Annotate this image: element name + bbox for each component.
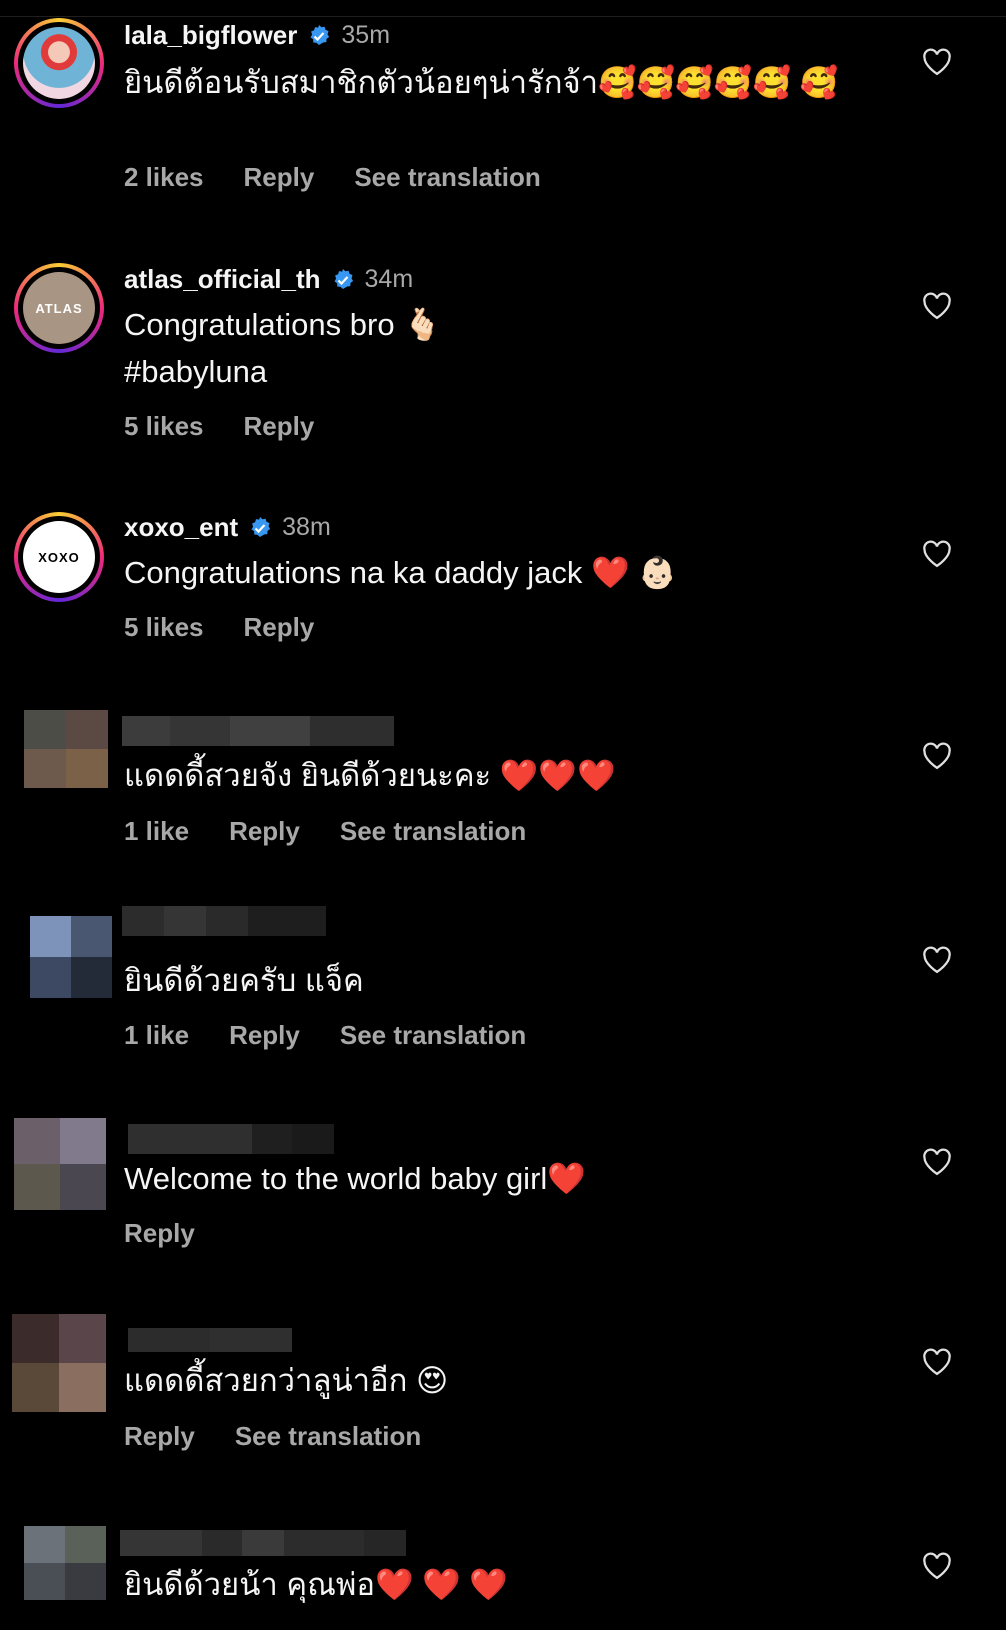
see-translation-link[interactable]: See translation	[340, 816, 526, 847]
username-redacted	[122, 716, 394, 746]
avatar[interactable]	[14, 18, 104, 108]
likes-count[interactable]: 5 likes	[124, 411, 204, 442]
avatar[interactable]: ATLAS	[14, 263, 104, 353]
comment-text: ยินดีด้วยน้า คุณพ่อ❤️ ❤️ ❤️	[124, 1567, 508, 1602]
see-translation-link[interactable]: See translation	[354, 162, 540, 193]
comment-text: Congratulations na ka daddy jack ❤️ 👶🏻	[124, 555, 677, 590]
comment-text: Welcome to the world baby girl❤️	[124, 1161, 586, 1196]
reply-button[interactable]: Reply	[124, 1218, 195, 1249]
username[interactable]: lala_bigflower	[124, 20, 297, 51]
reply-button[interactable]: Reply	[244, 612, 315, 643]
avatar[interactable]	[24, 710, 108, 788]
heart-icon[interactable]	[922, 48, 952, 76]
timestamp: 38m	[282, 513, 331, 541]
heart-icon[interactable]	[922, 946, 952, 974]
reply-button[interactable]: Reply	[244, 162, 315, 193]
xoxo-logo: XOXO	[23, 521, 95, 593]
avatar[interactable]: XOXO	[14, 512, 104, 602]
comment-text: ยินดีต้อนรับสมาชิกตัวน้อยๆน่ารักจ้า🥰🥰🥰🥰🥰…	[124, 65, 839, 100]
likes-count[interactable]: 1 like	[124, 816, 189, 847]
username-redacted	[120, 1530, 406, 1556]
comment-text: แดดดี้สวยจัง ยินดีด้วยนะคะ ❤️❤️❤️	[124, 758, 616, 793]
reply-button[interactable]: Reply	[229, 1020, 300, 1051]
username[interactable]: xoxo_ent	[124, 512, 238, 543]
comment-hashtag[interactable]: #babyluna	[124, 349, 884, 394]
avatar[interactable]	[24, 1526, 106, 1600]
verified-badge-icon	[251, 516, 271, 537]
heart-icon[interactable]	[922, 742, 952, 770]
atlas-logo: ATLAS	[23, 272, 95, 344]
heart-icon[interactable]	[922, 292, 952, 320]
verified-badge-icon	[334, 268, 353, 289]
username-redacted	[122, 906, 326, 936]
comment-text: ยินดีด้วยครับ แจ็ค	[124, 963, 364, 998]
heart-icon[interactable]	[922, 1552, 952, 1580]
top-divider	[0, 16, 1006, 17]
reply-button[interactable]: Reply	[244, 411, 315, 442]
likes-count[interactable]: 1 like	[124, 1020, 189, 1051]
comment-text-line: Congratulations bro 🫰🏻	[124, 307, 442, 342]
see-translation-link[interactable]: See translation	[340, 1020, 526, 1051]
username-redacted	[128, 1124, 334, 1154]
heart-icon[interactable]	[922, 540, 952, 568]
verified-badge-icon	[310, 24, 330, 45]
comment-text: แดดดี้สวยกว่าลูน่าอีก 😍	[124, 1363, 449, 1398]
see-translation-link[interactable]: See translation	[235, 1421, 421, 1452]
avatar[interactable]	[12, 1314, 106, 1412]
timestamp: 34m	[364, 265, 414, 293]
timestamp: 35m	[341, 21, 391, 49]
avatar[interactable]	[30, 916, 112, 998]
username[interactable]: atlas_official_th	[124, 264, 321, 295]
likes-count[interactable]: 2 likes	[124, 162, 204, 193]
reply-button[interactable]: Reply	[124, 1421, 195, 1452]
heart-icon[interactable]	[922, 1148, 952, 1176]
likes-count[interactable]: 5 likes	[124, 612, 204, 643]
avatar[interactable]	[14, 1118, 106, 1210]
reply-button[interactable]: Reply	[229, 816, 300, 847]
heart-icon[interactable]	[922, 1348, 952, 1376]
username-redacted	[128, 1328, 292, 1352]
